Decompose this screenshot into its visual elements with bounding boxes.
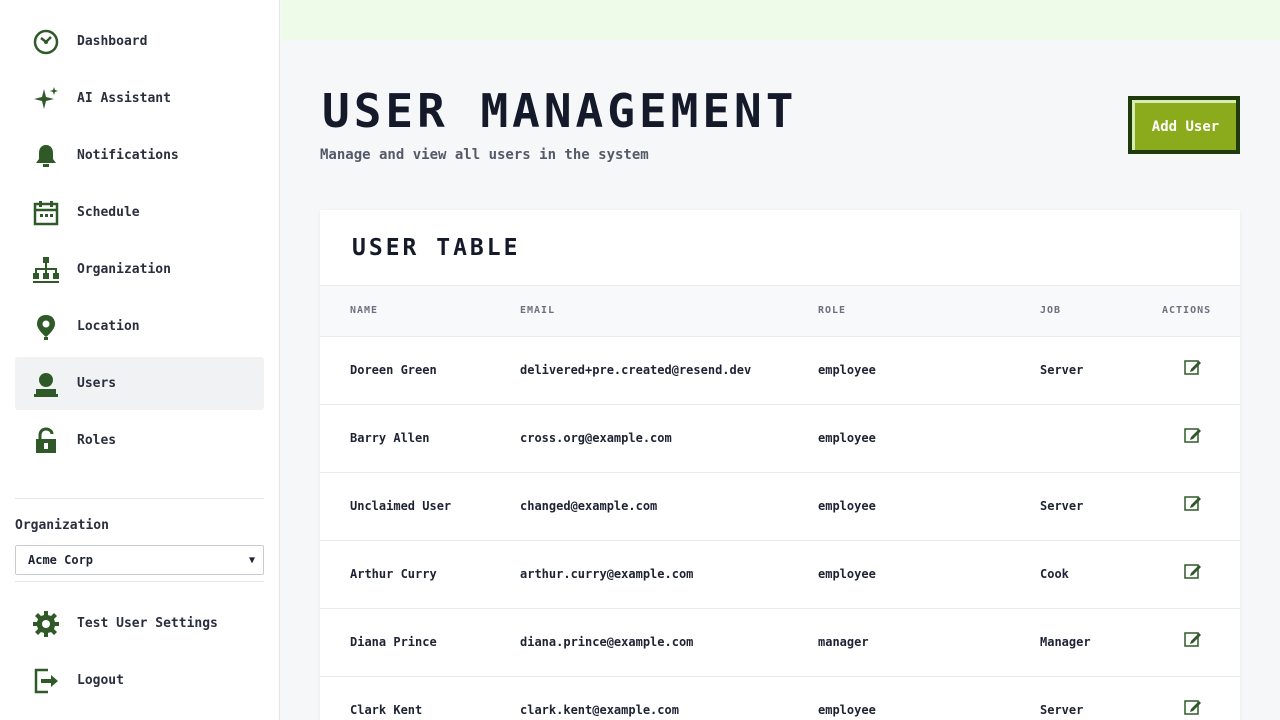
add-user-button[interactable]: Add User: [1128, 96, 1240, 154]
table-header: Name Email Role Job Actions: [320, 285, 1240, 337]
bell-icon: [30, 140, 62, 172]
edit-icon[interactable]: [1184, 562, 1202, 580]
cell-role: employee: [818, 703, 876, 717]
logout-icon: [30, 665, 62, 697]
logout-button[interactable]: Logout: [15, 654, 264, 707]
table-row: Clark Kent clark.kent@example.com employ…: [320, 677, 1240, 720]
cell-role: employee: [818, 431, 876, 445]
chevron-down-icon: ▼: [248, 554, 255, 566]
page-subtitle: Manage and view all users in the system: [320, 147, 649, 163]
table-row: Arthur Curry arthur.curry@example.com em…: [320, 541, 1240, 609]
sidebar-item-label: AI Assistant: [77, 91, 171, 106]
sidebar-item-label: Schedule: [77, 205, 140, 220]
cell-role: employee: [818, 363, 876, 377]
cell-role: employee: [818, 567, 876, 581]
cell-name: Doreen Green: [350, 363, 437, 377]
edit-icon[interactable]: [1184, 698, 1202, 716]
sidebar-item-ai-assistant[interactable]: AI Assistant: [15, 72, 264, 125]
sidebar-item-location[interactable]: Location: [15, 300, 264, 353]
cell-name: Diana Prince: [350, 635, 437, 649]
gear-icon: [30, 608, 62, 640]
cell-name: Clark Kent: [350, 703, 423, 717]
org-chart-icon: [30, 254, 62, 286]
sidebar-item-roles[interactable]: Roles: [15, 414, 264, 467]
edit-icon[interactable]: [1184, 494, 1202, 512]
sidebar: Dashboard AI Assistant Notifications Sch…: [0, 0, 280, 720]
sidebar-item-label: Roles: [77, 433, 117, 448]
column-header-name: Name: [350, 305, 379, 316]
cell-email: changed@example.com: [520, 499, 658, 513]
column-header-role: Role: [818, 305, 847, 316]
top-bar: [281, 0, 1280, 40]
cell-job: Manager: [1040, 635, 1091, 649]
table-row: Doreen Green delivered+pre.created@resen…: [320, 337, 1240, 405]
column-header-email: Email: [520, 305, 556, 316]
page-title: User Management: [322, 84, 798, 138]
user-table-card: User Table Name Email Role Job Actions D…: [320, 210, 1240, 720]
cell-email: clark.kent@example.com: [520, 703, 679, 717]
sidebar-item-notifications[interactable]: Notifications: [15, 129, 264, 182]
sidebar-item-schedule[interactable]: Schedule: [15, 186, 264, 239]
table-row: Unclaimed User changed@example.com emplo…: [320, 473, 1240, 541]
sidebar-item-organization[interactable]: Organization: [15, 243, 264, 296]
sidebar-item-users[interactable]: Users: [15, 357, 264, 410]
edit-icon[interactable]: [1184, 426, 1202, 444]
cell-name: Arthur Curry: [350, 567, 437, 581]
cell-email: cross.org@example.com: [520, 431, 672, 445]
cell-role: employee: [818, 499, 876, 513]
sidebar-item-dashboard[interactable]: Dashboard: [15, 15, 264, 68]
sidebar-nav[interactable]: Dashboard AI Assistant Notifications Sch…: [15, 0, 264, 492]
sidebar-divider: [15, 498, 264, 499]
cell-name: Barry Allen: [350, 431, 430, 445]
sidebar-item-label: Dashboard: [77, 34, 148, 49]
cell-job: Server: [1040, 363, 1084, 377]
sidebar-item-label: Location: [77, 319, 140, 334]
organization-select[interactable]: Acme Corp ▼: [15, 545, 264, 575]
calendar-icon: [30, 197, 62, 229]
column-header-actions: Actions: [1162, 305, 1212, 316]
cell-role: manager: [818, 635, 869, 649]
user-icon: [30, 368, 62, 400]
cell-job: Cook: [1040, 567, 1069, 581]
map-pin-icon: [30, 311, 62, 343]
sparkle-icon: [30, 83, 62, 115]
add-user-button-label: Add User: [1132, 100, 1236, 150]
table-title: User Table: [352, 235, 521, 261]
cell-name: Unclaimed User: [350, 499, 452, 513]
sidebar-item-label: Users: [77, 376, 117, 391]
dashboard-icon: [30, 26, 62, 58]
table-row: Diana Prince diana.prince@example.com ma…: [320, 609, 1240, 677]
cell-email: delivered+pre.created@resend.dev: [520, 363, 752, 377]
lock-icon: [30, 425, 62, 457]
table-row: Barry Allen cross.org@example.com employ…: [320, 405, 1240, 473]
cell-job: Server: [1040, 703, 1084, 717]
bottom-item-label: Logout: [77, 673, 124, 688]
sidebar-item-label: Organization: [77, 262, 171, 277]
edit-icon[interactable]: [1184, 358, 1202, 376]
organization-select-value: Acme Corp: [28, 553, 94, 567]
bottom-item-label: Test User Settings: [77, 616, 218, 631]
cell-email: arthur.curry@example.com: [520, 567, 694, 581]
test-user-settings-button[interactable]: Test User Settings: [15, 597, 264, 650]
sidebar-item-label: Notifications: [77, 148, 179, 163]
organization-label: Organization: [15, 518, 109, 533]
sidebar-divider: [15, 581, 264, 582]
cell-job: Server: [1040, 499, 1084, 513]
cell-email: diana.prince@example.com: [520, 635, 694, 649]
edit-icon[interactable]: [1184, 630, 1202, 648]
column-header-job: Job: [1040, 305, 1062, 316]
